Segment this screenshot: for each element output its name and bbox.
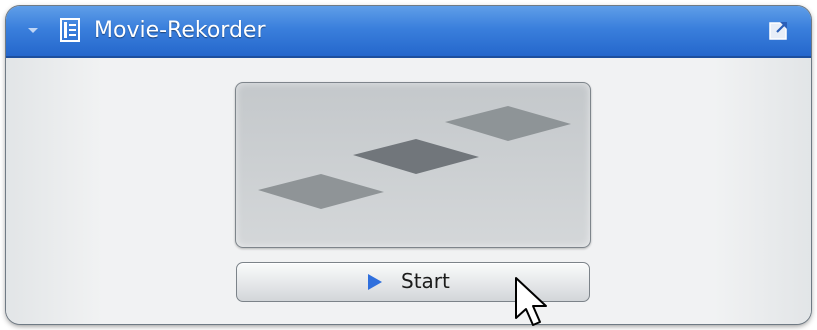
panel-title: Movie-Rekorder (94, 18, 266, 43)
mouse-cursor-icon (515, 277, 547, 326)
movie-recorder-panel: Movie-Rekorder Start (6, 6, 811, 324)
stacked-frames-icon (258, 106, 571, 209)
chevron-down-icon[interactable] (28, 28, 38, 33)
movie-preview (235, 82, 591, 248)
start-button-label: Start (401, 269, 450, 293)
external-window-icon[interactable] (769, 20, 789, 40)
film-icon (60, 18, 80, 42)
play-icon (368, 274, 382, 290)
panel-content: Start (6, 58, 811, 324)
panel-title-bar: Movie-Rekorder (6, 6, 811, 58)
